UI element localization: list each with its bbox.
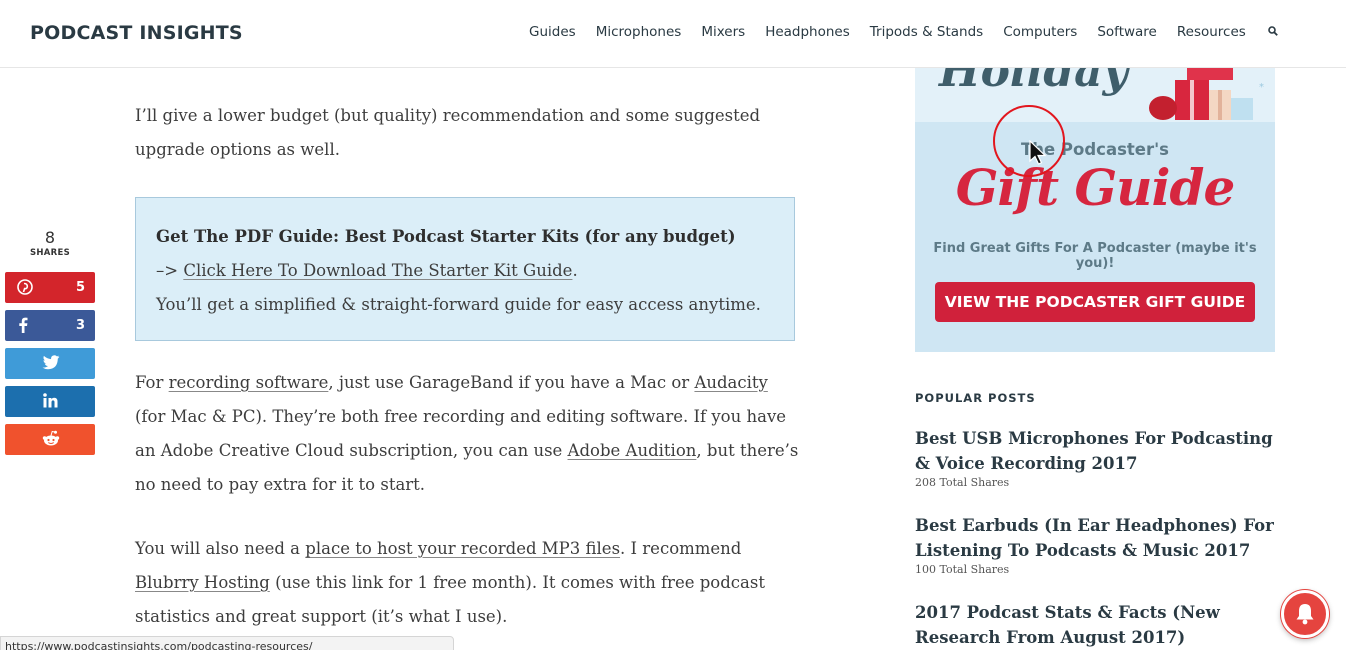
twitter-icon [42,355,60,374]
mouse-cursor-icon [1029,140,1047,165]
article-paragraph-3: You will also need a place to host your … [135,532,785,634]
ad-holiday-text: Holiday [939,68,1129,97]
text: . I recommend [620,539,742,558]
nav-resources[interactable]: Resources [1177,24,1246,40]
nav-computers[interactable]: Computers [1003,24,1077,40]
search-icon[interactable] [1268,26,1278,36]
reddit-share-button[interactable] [5,424,95,455]
popular-post-title[interactable]: Best USB Microphones For Podcasting & Vo… [915,426,1275,476]
pinterest-icon [17,279,33,299]
paragraph-text: I’ll give a lower budget (but quality) r… [135,106,761,159]
reddit-icon [42,430,60,451]
callout-description: You’ll get a simplified & straight-forwa… [156,295,761,314]
facebook-icon [17,317,29,337]
audacity-link[interactable]: Audacity [694,373,767,392]
site-header: PODCAST INSIGHTS Guides Microphones Mixe… [0,0,1346,68]
nav-headphones[interactable]: Headphones [765,24,850,40]
nav-software[interactable]: Software [1097,24,1157,40]
svg-text:*: * [1259,82,1264,93]
popular-post-shares: 208 Total Shares [915,476,1010,489]
popular-posts-heading: POPULAR POSTS [915,391,1036,405]
recording-software-link[interactable]: recording software [169,373,329,392]
linkedin-share-button[interactable] [5,386,95,417]
adobe-audition-link[interactable]: Adobe Audition [568,441,697,460]
main-nav: Guides Microphones Mixers Headphones Tri… [529,24,1278,40]
twitter-share-button[interactable] [5,348,95,379]
facebook-share-button[interactable]: 3 [5,310,95,341]
share-bar: 8 SHARES 5 3 [5,228,95,455]
text: For [135,373,169,392]
mp3-hosting-link[interactable]: place to host your recorded MP3 files [305,539,620,558]
callout-link-line: –> Click Here To Download The Starter Ki… [156,254,774,288]
blubrry-hosting-link[interactable]: Blubrry Hosting [135,573,270,592]
gift-guide-ad[interactable]: Holiday * The Podcaster's Gift Guide Fin… [915,68,1275,352]
ad-subtitle: The Podcaster's [1020,140,1169,159]
ad-header-banner: Holiday * [915,68,1275,122]
popular-post-item[interactable]: Best USB Microphones For Podcasting & Vo… [915,426,1275,489]
view-gift-guide-button[interactable]: VIEW THE PODCASTER GIFT GUIDE [935,282,1255,322]
linkedin-icon [43,393,58,412]
callout-period: . [572,261,578,280]
bell-icon [1296,604,1314,625]
nav-guides[interactable]: Guides [529,24,576,40]
browser-status-bar: https://www.podcastinsights.com/podcasti… [0,636,454,650]
nav-tripods-stands[interactable]: Tripods & Stands [870,24,983,40]
ad-title: Gift Guide [955,158,1236,217]
article-paragraph-1: I’ll give a lower budget (but quality) r… [135,99,800,167]
share-count: 8 [44,228,56,247]
popular-post-item[interactable]: 2017 Podcast Stats & Facts (New Research… [915,600,1275,650]
text: , just use GarageBand if you have a Mac … [328,373,695,392]
nav-microphones[interactable]: Microphones [596,24,682,40]
pdf-guide-callout: Get The PDF Guide: Best Podcast Starter … [135,197,795,341]
popular-post-shares: 100 Total Shares [915,563,1010,576]
popular-post-title[interactable]: 2017 Podcast Stats & Facts (New Research… [915,600,1275,650]
callout-arrow: –> [156,261,184,280]
pinterest-share-button[interactable]: 5 [5,272,95,303]
site-logo[interactable]: PODCAST INSIGHTS [30,22,243,44]
share-label: SHARES [29,248,71,258]
starter-kit-download-link[interactable]: Click Here To Download The Starter Kit G… [183,261,572,280]
callout-title: Get The PDF Guide: Best Podcast Starter … [156,227,736,246]
popular-post-item[interactable]: Best Earbuds (In Ear Headphones) For Lis… [915,513,1275,576]
article-paragraph-2: For recording software, just use GarageB… [135,366,800,502]
nav-mixers[interactable]: Mixers [701,24,745,40]
pinterest-share-count: 5 [75,280,85,295]
popular-post-title[interactable]: Best Earbuds (In Ear Headphones) For Lis… [915,513,1275,563]
gift-boxes-icon: * [1149,68,1264,120]
notification-button[interactable] [1281,590,1329,638]
facebook-share-count: 3 [75,318,85,333]
text: You will also need a [135,539,306,558]
ad-tagline: Find Great Gifts For A Podcaster (maybe … [933,241,1257,271]
